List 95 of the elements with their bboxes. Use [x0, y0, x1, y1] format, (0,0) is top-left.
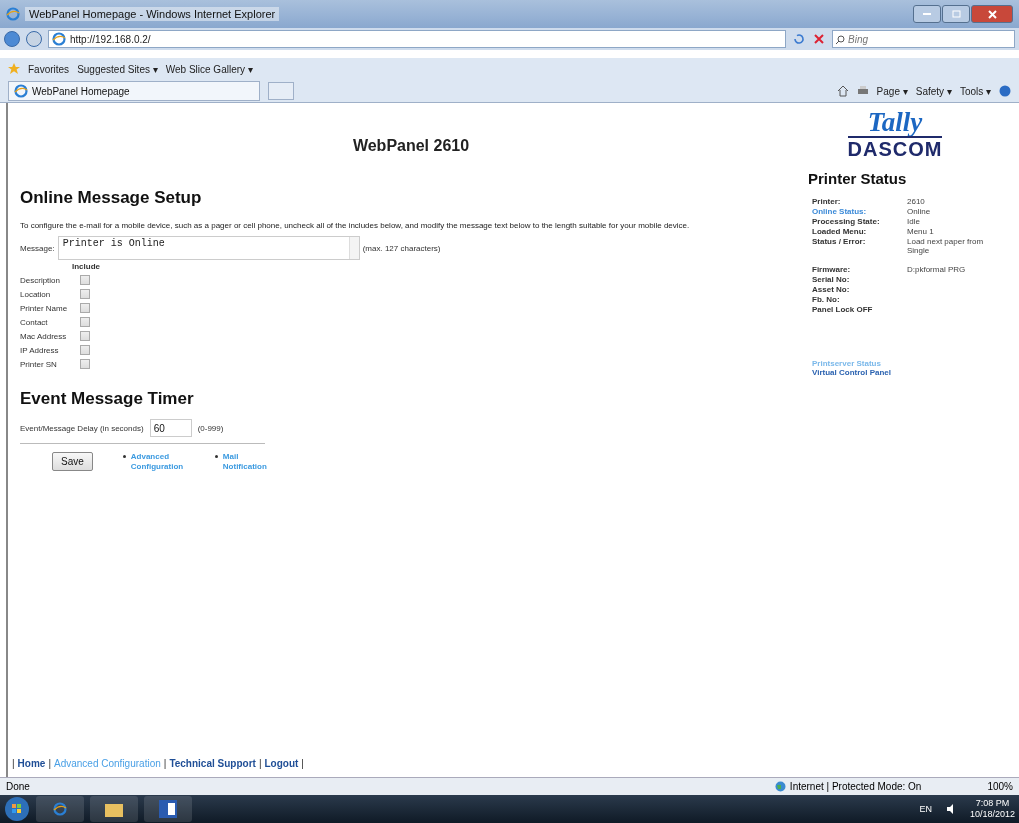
- close-icon: [987, 9, 997, 19]
- save-button[interactable]: Save: [52, 452, 93, 471]
- page-icon: [52, 32, 66, 46]
- status-text: Done: [6, 781, 30, 792]
- status-label: Fb. No:: [812, 295, 841, 304]
- maximize-button[interactable]: [942, 5, 970, 23]
- status-value: Load next paper from Single: [907, 237, 985, 255]
- star-icon: [8, 63, 20, 75]
- delay-field[interactable]: 60: [149, 419, 192, 437]
- back-button[interactable]: [4, 31, 20, 47]
- zoom-level[interactable]: 100%: [987, 781, 1013, 792]
- search-field[interactable]: Bing: [832, 30, 1015, 48]
- search-icon: [836, 34, 845, 44]
- section-heading: Printer Status: [808, 170, 908, 187]
- separator: |: [48, 758, 51, 769]
- refresh-icon[interactable]: [792, 32, 806, 46]
- address-field[interactable]: http://192.168.0.2/: [48, 30, 786, 48]
- print-icon[interactable]: [856, 85, 869, 97]
- browser-tab[interactable]: WebPanel Homepage: [8, 81, 260, 101]
- new-tab-button[interactable]: [268, 82, 294, 100]
- message-field[interactable]: Printer is Online: [57, 236, 360, 260]
- include-checkbox[interactable]: [80, 359, 90, 369]
- favorites-link[interactable]: Suggested Sites ▾: [77, 63, 158, 75]
- status-label: Status / Error:: [812, 237, 867, 248]
- message-label: Message:: [20, 243, 55, 253]
- status-label: Printer:: [812, 197, 842, 206]
- include-label: IP Address: [20, 345, 60, 355]
- section-heading: Online Message Setup: [20, 188, 203, 208]
- logo: Tally DASCOM: [846, 109, 944, 160]
- bullet-icon: [122, 455, 126, 458]
- include-checkbox[interactable]: [80, 317, 90, 327]
- range-hint: (0-999): [197, 423, 224, 433]
- status-label: Serial No:: [812, 275, 851, 284]
- include-checkbox[interactable]: [80, 345, 90, 355]
- status-label: Panel Lock OFF: [812, 305, 874, 314]
- include-checkbox[interactable]: [80, 275, 90, 285]
- include-label: Printer SN: [20, 359, 58, 369]
- maximize-icon: [951, 10, 961, 18]
- include-label: Location: [20, 289, 52, 299]
- page-icon: [14, 84, 28, 98]
- include-checkbox[interactable]: [80, 289, 90, 299]
- globe-icon: [774, 781, 786, 792]
- include-label: Mac Address: [20, 331, 68, 341]
- browser-taskbar-icon[interactable]: [36, 796, 84, 822]
- language-indicator[interactable]: EN: [919, 804, 932, 814]
- column-header: Include: [72, 262, 100, 271]
- separator: |: [12, 758, 15, 769]
- status-value: 2610: [907, 197, 926, 206]
- character-limit-note: (max. 127 characters): [362, 243, 441, 253]
- footer-link[interactable]: Logout: [264, 758, 299, 769]
- folder-taskbar-icon[interactable]: [90, 796, 138, 822]
- status-label: Asset No:: [812, 285, 851, 294]
- separator: |: [258, 758, 262, 769]
- status-value: Online: [907, 207, 932, 216]
- close-icon[interactable]: [812, 32, 826, 46]
- separator: |: [301, 758, 304, 769]
- minimize-button[interactable]: [913, 5, 941, 23]
- command-menu[interactable]: Tools ▾: [959, 85, 991, 97]
- include-checkbox[interactable]: [80, 331, 90, 341]
- home-icon[interactable]: [836, 85, 849, 97]
- minimize-icon: [923, 13, 931, 15]
- section-heading: Event Message Timer: [20, 389, 195, 409]
- window-title: WebPanel Homepage - Windows Internet Explorer: [25, 7, 280, 21]
- favorites-link[interactable]: Web Slice Gallery ▾: [165, 63, 253, 75]
- footer-link[interactable]: Technical Support: [169, 758, 256, 769]
- include-label: Description: [20, 275, 61, 285]
- security-zone: Internet | Protected Mode: On: [789, 781, 922, 792]
- status-label: Processing State:: [812, 217, 881, 226]
- delay-label: Event/Message Delay (in seconds): [20, 423, 144, 433]
- speaker-icon[interactable]: [945, 804, 956, 814]
- document-taskbar-icon[interactable]: [144, 796, 192, 822]
- footer-link[interactable]: Home: [17, 758, 46, 769]
- status-label: Firmware:: [812, 265, 852, 274]
- status-value: D:pkformal PRG: [907, 265, 967, 274]
- status-link[interactable]: Online Status:: [812, 207, 907, 216]
- include-label: Printer Name: [20, 303, 69, 313]
- command-menu[interactable]: Page ▾: [876, 85, 908, 97]
- status-value: Menu 1: [907, 227, 935, 236]
- favorites-button[interactable]: Favorites: [28, 63, 70, 75]
- separator: |: [163, 758, 167, 769]
- forward-button[interactable]: [26, 31, 42, 47]
- instructions-text: To configure the e-mail for a mobile device, such as a pager or cell phone, uncheck all of the includes below, and modify the message text below to the length suitable for your mobile device.: [20, 221, 691, 230]
- include-checkbox[interactable]: [80, 303, 90, 313]
- status-label: Loaded Menu:: [812, 227, 868, 236]
- browser-icon: [6, 7, 20, 21]
- browser-icon: [53, 802, 67, 816]
- include-label: Contact: [20, 317, 49, 327]
- status-page-link[interactable]: Virtual Control Panel: [812, 368, 1019, 377]
- bullet-icon: [214, 455, 218, 458]
- page-title: WebPanel 2610: [351, 137, 471, 155]
- close-button[interactable]: [971, 5, 1013, 23]
- clock[interactable]: 7:08 PM 10/18/2012: [969, 798, 1015, 820]
- status-value: Idle: [907, 217, 921, 226]
- command-menu[interactable]: Safety ▾: [915, 85, 952, 97]
- start-button[interactable]: [4, 796, 30, 822]
